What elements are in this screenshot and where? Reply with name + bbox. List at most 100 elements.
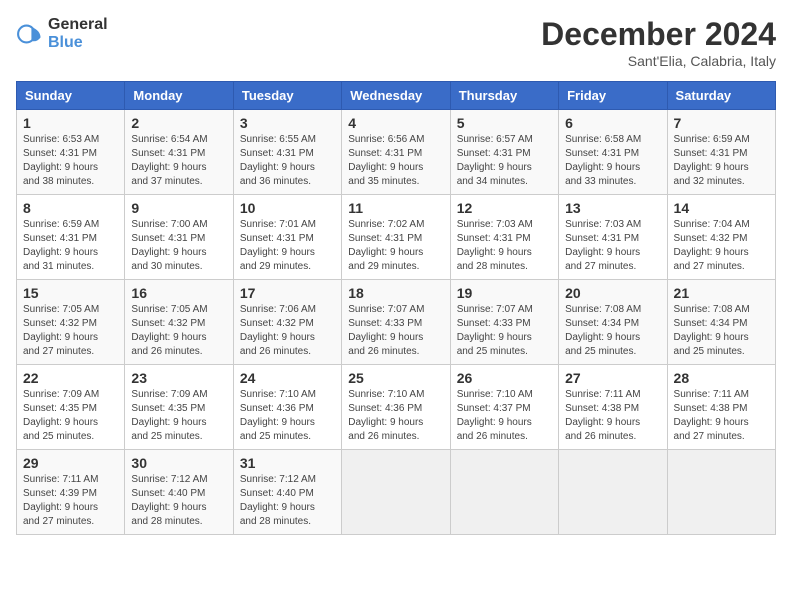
day-number: 9 [131,200,226,216]
day-cell [342,450,450,535]
header-cell-thursday: Thursday [450,82,558,110]
day-cell: 24Sunrise: 7:10 AM Sunset: 4:36 PM Dayli… [233,365,341,450]
day-info: Sunrise: 7:01 AM Sunset: 4:31 PM Dayligh… [240,218,335,274]
day-info: Sunrise: 7:02 AM Sunset: 4:31 PM Dayligh… [348,218,443,274]
day-cell: 15 Sunrise: 7:05 AM Sunset: 4:32 PM Dayli… [17,280,125,365]
day-number: 11 [348,200,443,216]
header-cell-monday: Monday [125,82,233,110]
day-info: Sunrise: 7:03 AM Sunset: 4:31 PM Dayligh… [457,218,552,274]
page-header: General Blue December 2024 Sant'Elia, Ca… [16,16,776,69]
day-info: Sunrise: 6:59 AM Sunset: 4:31 PM Dayligh… [23,218,118,274]
day-number: 29 [23,455,118,471]
day-cell: 4 Sunrise: 6:56 AM Sunset: 4:31 PM Daylig… [342,110,450,195]
logo: General Blue [16,16,108,52]
day-info: Sunrise: 7:09 AM Sunset: 4:35 PM Dayligh… [23,388,118,444]
day-number: 21 [674,285,769,301]
day-cell: 31Sunrise: 7:12 AM Sunset: 4:40 PM Dayli… [233,450,341,535]
day-number: 22 [23,370,118,386]
day-number: 17 [240,285,335,301]
day-info: Sunrise: 6:59 AM Sunset: 4:31 PM Dayligh… [674,133,769,189]
day-number: 5 [457,115,552,131]
day-info: Sunrise: 7:09 AM Sunset: 4:35 PM Dayligh… [131,388,226,444]
month-title: December 2024 [541,16,776,53]
day-info: Sunrise: 7:04 AM Sunset: 4:32 PM Dayligh… [674,218,769,274]
header-cell-friday: Friday [559,82,667,110]
day-info: Sunrise: 6:58 AM Sunset: 4:31 PM Dayligh… [565,133,660,189]
day-cell: 12 Sunrise: 7:03 AM Sunset: 4:31 PM Dayli… [450,195,558,280]
week-row-5: 29Sunrise: 7:11 AM Sunset: 4:39 PM Dayli… [17,450,776,535]
title-block: December 2024 Sant'Elia, Calabria, Italy [541,16,776,69]
day-info: Sunrise: 7:10 AM Sunset: 4:36 PM Dayligh… [240,388,335,444]
day-cell: 21 Sunrise: 7:08 AM Sunset: 4:34 PM Dayli… [667,280,775,365]
header-cell-sunday: Sunday [17,82,125,110]
day-info: Sunrise: 7:10 AM Sunset: 4:36 PM Dayligh… [348,388,443,444]
day-cell: 25 Sunrise: 7:10 AM Sunset: 4:36 PM Dayli… [342,365,450,450]
day-number: 28 [674,370,769,386]
day-cell: 11 Sunrise: 7:02 AM Sunset: 4:31 PM Dayli… [342,195,450,280]
day-cell: 8 Sunrise: 6:59 AM Sunset: 4:31 PM Daylig… [17,195,125,280]
day-cell: 9 Sunrise: 7:00 AM Sunset: 4:31 PM Daylig… [125,195,233,280]
day-number: 25 [348,370,443,386]
day-cell: 7Sunrise: 6:59 AM Sunset: 4:31 PM Daylig… [667,110,775,195]
day-cell: 1Sunrise: 6:53 AM Sunset: 4:31 PM Daylig… [17,110,125,195]
day-number: 3 [240,115,335,131]
day-info: Sunrise: 6:57 AM Sunset: 4:31 PM Dayligh… [457,133,552,189]
header-row: SundayMondayTuesdayWednesdayThursdayFrid… [17,82,776,110]
day-info: Sunrise: 7:00 AM Sunset: 4:31 PM Dayligh… [131,218,226,274]
week-row-3: 15 Sunrise: 7:05 AM Sunset: 4:32 PM Dayli… [17,280,776,365]
location: Sant'Elia, Calabria, Italy [541,53,776,69]
day-cell: 6 Sunrise: 6:58 AM Sunset: 4:31 PM Daylig… [559,110,667,195]
week-row-4: 22 Sunrise: 7:09 AM Sunset: 4:35 PM Dayli… [17,365,776,450]
day-cell: 3 Sunrise: 6:55 AM Sunset: 4:31 PM Daylig… [233,110,341,195]
day-number: 6 [565,115,660,131]
day-number: 31 [240,455,335,471]
day-number: 2 [131,115,226,131]
day-number: 16 [131,285,226,301]
day-number: 8 [23,200,118,216]
day-cell: 18Sunrise: 7:07 AM Sunset: 4:33 PM Dayli… [342,280,450,365]
week-row-2: 8 Sunrise: 6:59 AM Sunset: 4:31 PM Daylig… [17,195,776,280]
day-number: 13 [565,200,660,216]
day-number: 30 [131,455,226,471]
day-info: Sunrise: 7:10 AM Sunset: 4:37 PM Dayligh… [457,388,552,444]
day-number: 23 [131,370,226,386]
header-cell-saturday: Saturday [667,82,775,110]
week-row-1: 1Sunrise: 6:53 AM Sunset: 4:31 PM Daylig… [17,110,776,195]
day-cell: 30 Sunrise: 7:12 AM Sunset: 4:40 PM Dayli… [125,450,233,535]
day-info: Sunrise: 6:56 AM Sunset: 4:31 PM Dayligh… [348,133,443,189]
day-cell: 16 Sunrise: 7:05 AM Sunset: 4:32 PM Dayli… [125,280,233,365]
day-info: Sunrise: 7:11 AM Sunset: 4:38 PM Dayligh… [674,388,769,444]
day-cell: 27Sunrise: 7:11 AM Sunset: 4:38 PM Dayli… [559,365,667,450]
day-cell: 29Sunrise: 7:11 AM Sunset: 4:39 PM Dayli… [17,450,125,535]
day-info: Sunrise: 7:07 AM Sunset: 4:33 PM Dayligh… [348,303,443,359]
day-info: Sunrise: 6:54 AM Sunset: 4:31 PM Dayligh… [131,133,226,189]
day-info: Sunrise: 6:55 AM Sunset: 4:31 PM Dayligh… [240,133,335,189]
day-cell: 22 Sunrise: 7:09 AM Sunset: 4:35 PM Dayli… [17,365,125,450]
day-cell: 5 Sunrise: 6:57 AM Sunset: 4:31 PM Daylig… [450,110,558,195]
day-info: Sunrise: 7:03 AM Sunset: 4:31 PM Dayligh… [565,218,660,274]
day-cell: 26 Sunrise: 7:10 AM Sunset: 4:37 PM Dayli… [450,365,558,450]
day-number: 19 [457,285,552,301]
day-info: Sunrise: 7:08 AM Sunset: 4:34 PM Dayligh… [674,303,769,359]
logo-text: General Blue [48,16,108,52]
day-cell: 19 Sunrise: 7:07 AM Sunset: 4:33 PM Dayli… [450,280,558,365]
day-number: 26 [457,370,552,386]
day-number: 15 [23,285,118,301]
day-info: Sunrise: 7:05 AM Sunset: 4:32 PM Dayligh… [131,303,226,359]
day-cell: 13 Sunrise: 7:03 AM Sunset: 4:31 PM Dayli… [559,195,667,280]
day-cell: 2 Sunrise: 6:54 AM Sunset: 4:31 PM Daylig… [125,110,233,195]
day-number: 14 [674,200,769,216]
day-number: 4 [348,115,443,131]
day-cell: 14 Sunrise: 7:04 AM Sunset: 4:32 PM Dayli… [667,195,775,280]
day-number: 1 [23,115,118,131]
header-cell-wednesday: Wednesday [342,82,450,110]
day-cell: 10 Sunrise: 7:01 AM Sunset: 4:31 PM Dayli… [233,195,341,280]
day-number: 12 [457,200,552,216]
day-info: Sunrise: 7:07 AM Sunset: 4:33 PM Dayligh… [457,303,552,359]
day-number: 10 [240,200,335,216]
day-cell [667,450,775,535]
day-info: Sunrise: 7:05 AM Sunset: 4:32 PM Dayligh… [23,303,118,359]
logo-icon [16,20,44,48]
day-info: Sunrise: 7:12 AM Sunset: 4:40 PM Dayligh… [131,473,226,529]
day-number: 27 [565,370,660,386]
